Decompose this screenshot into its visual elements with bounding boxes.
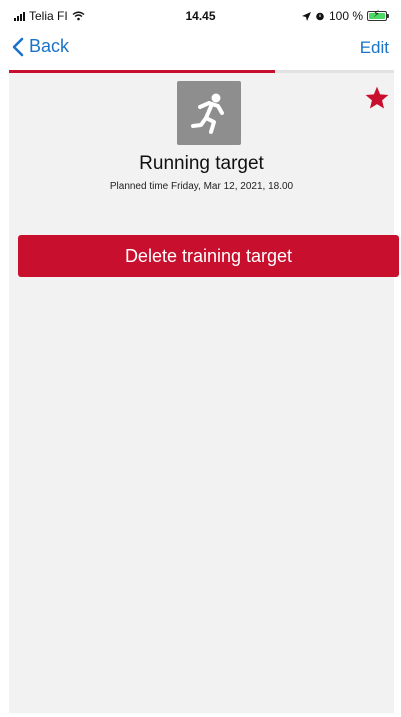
content-area: Running target Planned time Friday, Mar … bbox=[9, 73, 399, 713]
battery-icon: ⚡ bbox=[367, 9, 389, 21]
target-title: Running target bbox=[139, 153, 264, 174]
alarm-icon bbox=[316, 12, 324, 21]
running-person-icon bbox=[177, 81, 241, 145]
location-arrow-icon bbox=[301, 11, 311, 21]
delete-training-target-button[interactable]: Delete training target bbox=[18, 235, 399, 277]
chevron-left-icon bbox=[12, 37, 24, 56]
status-right: 100 % ⚡ bbox=[301, 9, 389, 23]
back-label: Back bbox=[29, 36, 70, 56]
battery-percent: 100 % bbox=[328, 9, 363, 23]
screen: Telia FI 14.45 100 % ⚡ Back Edit Running… bbox=[0, 0, 401, 717]
status-bar: Telia FI 14.45 100 % ⚡ bbox=[0, 0, 401, 28]
charging-icon: ⚡ bbox=[373, 9, 381, 20]
star-icon[interactable] bbox=[364, 85, 390, 111]
planned-time: Planned time Friday, Mar 12, 2021, 18.00 bbox=[109, 181, 294, 192]
back-button[interactable]: Back bbox=[12, 36, 69, 57]
edit-button[interactable]: Edit bbox=[360, 38, 389, 58]
nav-bar: Back Edit bbox=[0, 28, 401, 70]
